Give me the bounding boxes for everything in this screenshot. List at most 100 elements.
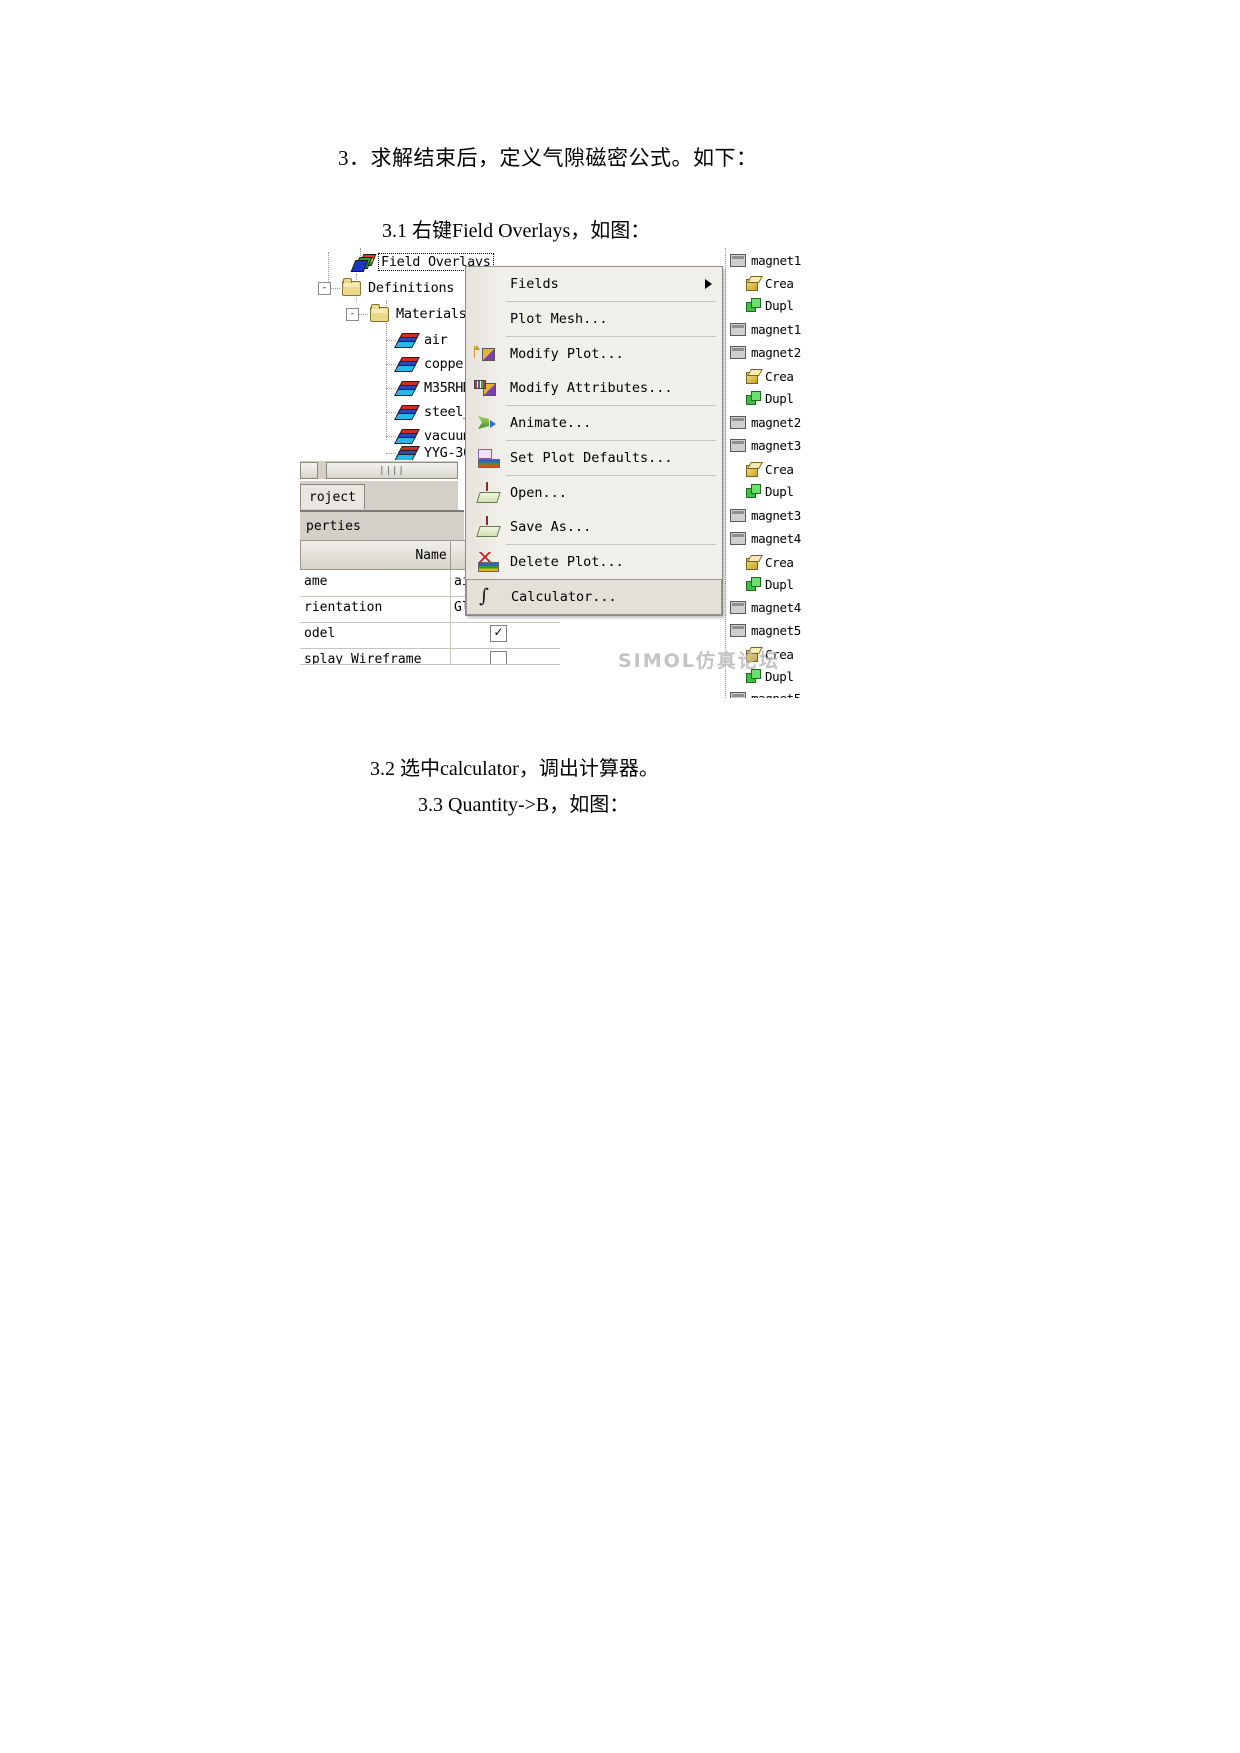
menu-item-calculator[interactable]: ∫ Calculator... <box>466 579 722 615</box>
tab-project[interactable]: roject <box>300 484 365 509</box>
tree-connector <box>359 313 368 315</box>
substep-1-heading: 3.1 右键Field Overlays，如图： <box>382 220 651 242</box>
modify-plot-icon <box>474 345 495 361</box>
tree-item-magnet[interactable]: magnet4 <box>730 596 801 618</box>
sheet-icon <box>730 691 746 698</box>
tree-item-label: Materials <box>396 306 467 322</box>
expander-collapse-icon[interactable]: - <box>346 307 359 321</box>
menu-item-modify-plot[interactable]: Modify Plot... <box>466 337 722 371</box>
menu-item-set-plot-defaults[interactable]: Set Plot Defaults... <box>466 441 722 475</box>
tree-item-label: Crea <box>765 368 794 384</box>
scroll-left-button[interactable] <box>300 462 318 479</box>
model-tree-panel[interactable]: magnet1 Crea Dupl magnet1 magnet2 Crea D… <box>720 248 812 698</box>
tree-item-magnet[interactable]: magnet5 <box>730 687 801 698</box>
material-icon <box>393 404 421 420</box>
table-row[interactable]: odel ✓ <box>300 622 560 649</box>
tree-item-label: steel_ <box>424 404 471 420</box>
delete-plot-icon <box>478 552 499 572</box>
property-name: odel <box>304 626 336 641</box>
menu-item-label: Plot Mesh... <box>510 311 608 327</box>
tree-item-label: magnet1 <box>751 321 801 337</box>
tree-connector <box>386 435 396 437</box>
tree-item-label: Crea <box>765 554 794 570</box>
cell-divider <box>450 596 451 622</box>
sheet-icon <box>730 508 746 522</box>
tree-item-duplicate[interactable]: Dupl <box>746 387 794 409</box>
tree-item-magnet[interactable]: magnet3 <box>730 504 801 526</box>
submenu-arrow-icon <box>705 279 712 289</box>
tree-item-label: magnet4 <box>751 530 801 546</box>
project-tab-strip[interactable]: roject <box>300 480 458 511</box>
menu-item-delete-plot[interactable]: Delete Plot... <box>466 545 722 579</box>
menu-item-open[interactable]: Open... <box>466 476 722 510</box>
tree-item-magnet[interactable]: magnet1 <box>730 318 801 340</box>
open-icon <box>478 482 498 502</box>
ansoft-screenshot-figure: Field Overlays - Definitions - Materials <box>300 248 812 698</box>
material-icon <box>393 332 421 348</box>
modify-attributes-icon <box>474 380 496 396</box>
tree-item-magnet[interactable]: magnet5 <box>730 619 801 641</box>
property-name: splay Wireframe <box>304 652 422 665</box>
menu-item-label: Set Plot Defaults... <box>510 450 673 466</box>
tree-item-magnet[interactable]: magnet2 <box>730 411 801 433</box>
tree-item-create[interactable]: Crea <box>746 458 794 480</box>
scrollbar-thumb[interactable]: |||| <box>326 462 458 479</box>
save-as-icon <box>478 516 498 536</box>
tree-item-duplicate[interactable]: Dupl <box>746 480 794 502</box>
tree-item-magnet[interactable]: magnet3 <box>730 434 801 456</box>
tree-connector <box>386 411 396 413</box>
tree-connector <box>386 339 396 341</box>
tree-item-label: YYG-30 <box>424 446 471 460</box>
tree-item-label: Dupl <box>765 576 794 592</box>
menu-item-fields[interactable]: Fields <box>466 267 722 301</box>
tree-horizontal-scrollbar[interactable]: |||| <box>300 460 458 479</box>
tree-item-create[interactable]: Crea <box>746 551 794 573</box>
tree-item-magnet[interactable]: magnet4 <box>730 527 801 549</box>
menu-item-plot-mesh[interactable]: Plot Mesh... <box>466 302 722 336</box>
tree-item-label: air <box>424 332 448 348</box>
property-checkbox[interactable]: ✓ <box>490 625 507 642</box>
sheet-icon <box>730 438 746 452</box>
page-heading: 3．求解结束后，定义气隙磁密公式。如下： <box>338 146 758 170</box>
menu-item-animate[interactable]: Animate... <box>466 406 722 440</box>
tree-item-duplicate[interactable]: Dupl <box>746 573 794 595</box>
menu-item-label: Modify Attributes... <box>510 380 673 396</box>
material-icon <box>393 428 421 444</box>
tree-item-duplicate[interactable]: Dupl <box>746 294 794 316</box>
calculator-icon: ∫ <box>479 585 489 607</box>
material-icon <box>393 380 421 396</box>
sheet-icon <box>730 345 746 359</box>
cell-divider <box>450 622 451 648</box>
tree-item-label: vacuum <box>424 428 471 444</box>
menu-item-save-as[interactable]: Save As... <box>466 510 722 544</box>
tree-item-magnet[interactable]: magnet1 <box>730 249 801 271</box>
menu-item-label: Open... <box>510 485 567 501</box>
table-row[interactable]: splay Wireframe <box>300 648 560 665</box>
tree-item-label: magnet3 <box>751 437 801 453</box>
document-page: 3．求解结束后，定义气隙磁密公式。如下： 3.1 右键Field Overlay… <box>0 0 1240 1753</box>
sheet-icon <box>730 322 746 336</box>
field-overlays-icon <box>350 253 377 272</box>
tree-guide-line <box>725 248 726 698</box>
sheet-icon <box>730 531 746 545</box>
menu-item-label: Delete Plot... <box>510 554 624 570</box>
tree-item-create[interactable]: Crea <box>746 365 794 387</box>
sheet-icon <box>730 253 746 267</box>
field-overlays-context-menu[interactable]: Fields Plot Mesh... Modify Plot... Modif… <box>465 266 723 616</box>
sheet-icon <box>730 600 746 614</box>
tree-item-label: magnet5 <box>751 622 801 638</box>
tree-item-create[interactable]: Crea <box>746 272 794 294</box>
properties-panel-header: perties <box>300 510 464 540</box>
property-name: ame <box>304 574 328 589</box>
tree-connector <box>386 452 396 454</box>
menu-item-label: Calculator... <box>511 589 617 605</box>
expander-collapse-icon[interactable]: - <box>318 281 331 295</box>
menu-item-modify-attributes[interactable]: Modify Attributes... <box>466 371 722 405</box>
menu-item-label: Fields <box>510 276 559 292</box>
property-checkbox[interactable] <box>490 651 507 664</box>
tree-item-label: Definitions <box>368 280 455 296</box>
watermark: SIMOL仿真论坛 <box>618 650 780 672</box>
properties-header-label: perties <box>306 518 361 534</box>
sheet-icon <box>730 415 746 429</box>
tree-item-magnet[interactable]: magnet2 <box>730 341 801 363</box>
